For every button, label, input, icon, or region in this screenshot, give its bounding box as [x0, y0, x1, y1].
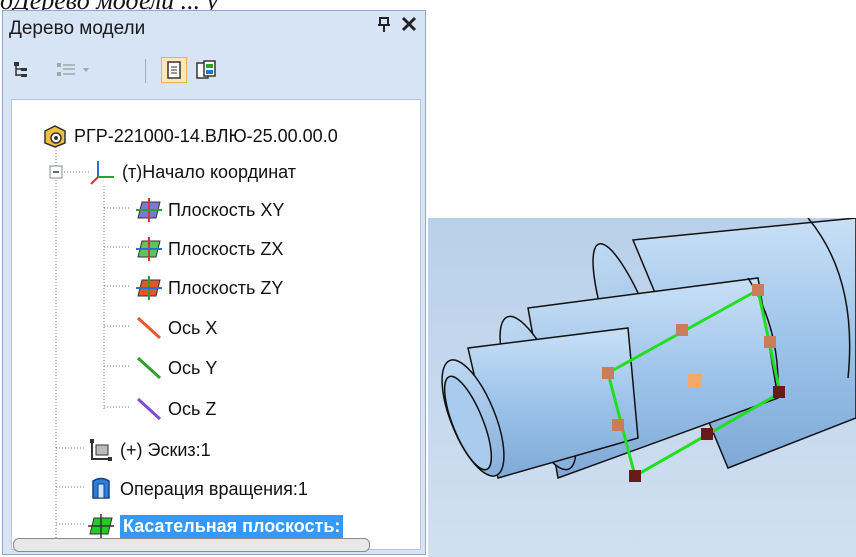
- tree-node-plane-zx[interactable]: Плоскость ZX: [136, 233, 283, 265]
- plane-xy-icon: [136, 197, 162, 223]
- axis-y-icon: [136, 355, 162, 381]
- filter-dropdown-button[interactable]: [53, 57, 97, 83]
- close-icon[interactable]: [401, 14, 417, 38]
- tree-structure-button[interactable]: [9, 57, 35, 83]
- tree-node-label: Ось X: [168, 317, 218, 338]
- revolve-operation-icon: [88, 476, 114, 502]
- coordinate-origin-icon: [90, 159, 116, 185]
- toolbar-separator: [145, 59, 146, 83]
- axis-z-icon: [136, 396, 162, 422]
- tree-node-label: (т)Начало координат: [122, 161, 297, 182]
- tree-node-label: РГР-221000-14.ВЛЮ-25.00.00.0: [74, 125, 338, 146]
- tree-node-origin[interactable]: (т)Начало координат: [90, 156, 296, 188]
- tree-node-label: Ось Z: [168, 398, 217, 419]
- document-header-text: дДерево модели ... у: [0, 0, 856, 10]
- panel-titlebar: Дерево модели: [3, 11, 425, 47]
- document-refresh-icon: [196, 60, 216, 79]
- tree-node-label: Плоскость ZX: [168, 238, 284, 259]
- assembly-icon: [42, 123, 68, 149]
- tree-node-root[interactable]: РГР-221000-14.ВЛЮ-25.00.00.0: [42, 120, 338, 152]
- model-viewport[interactable]: [428, 218, 856, 557]
- model-tree: РГР-221000-14.ВЛЮ-25.00.00.0 (т)Начало к…: [11, 99, 421, 550]
- document-button[interactable]: [161, 57, 187, 83]
- document-icon: [167, 61, 181, 79]
- sketch-icon: [88, 437, 114, 463]
- filter-dropdown-icon: [57, 63, 89, 76]
- tree-node-axis-z[interactable]: Ось Z: [136, 393, 216, 425]
- panel-toolbar: [3, 51, 425, 91]
- tree-node-axis-y[interactable]: Ось Y: [136, 352, 217, 384]
- tangent-plane-icon: [88, 513, 114, 539]
- tree-node-plane-xy[interactable]: Плоскость XY: [136, 194, 284, 226]
- tree-node-revolve[interactable]: Операция вращения:1: [88, 473, 308, 505]
- tree-node-label: Операция вращения:1: [120, 478, 308, 499]
- axis-x-icon: [136, 315, 162, 341]
- tree-node-sketch[interactable]: (+) Эскиз:1: [88, 434, 211, 466]
- shaft-model-view: [441, 218, 856, 482]
- tree-node-label: Плоскость ZY: [168, 277, 284, 298]
- plane-zy-icon: [136, 275, 162, 301]
- plane-zx-icon: [136, 236, 162, 262]
- panel-title: Дерево модели: [9, 18, 146, 39]
- pin-icon[interactable]: [377, 17, 391, 37]
- tree-node-label: Плоскость XY: [168, 199, 285, 220]
- tree-node-label: Ось Y: [168, 357, 218, 378]
- document-refresh-button[interactable]: [193, 57, 219, 83]
- tree-node-label: Касательная плоскость:: [120, 514, 344, 538]
- horizontal-scrollbar[interactable]: [13, 538, 370, 552]
- tree-structure-icon: [14, 62, 27, 77]
- tree-node-plane-zy[interactable]: Плоскость ZY: [136, 272, 283, 304]
- model-tree-panel: Дерево модели РГР-221000-14.ВЛЮ-25.00.00…: [2, 10, 426, 555]
- tree-node-axis-x[interactable]: Ось X: [136, 312, 217, 344]
- tree-node-label: (+) Эскиз:1: [120, 439, 211, 460]
